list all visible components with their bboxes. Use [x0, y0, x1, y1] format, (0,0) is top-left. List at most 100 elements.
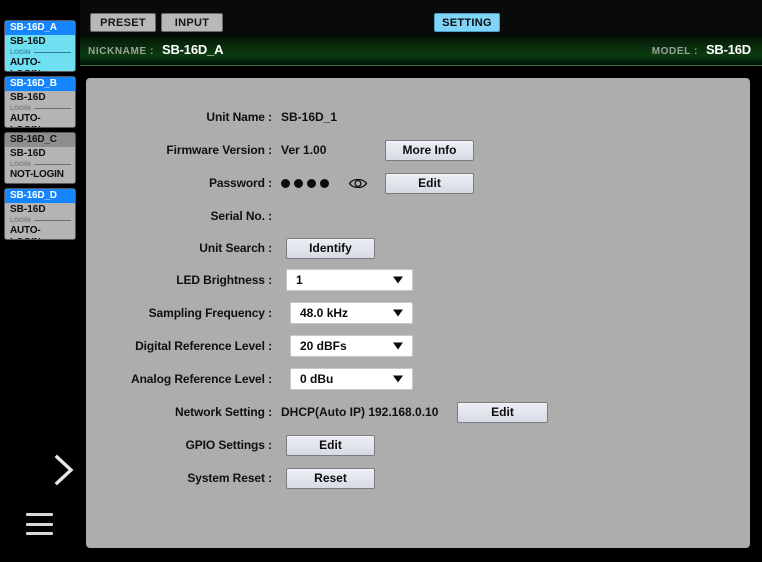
chevron-right-icon[interactable] — [50, 452, 78, 488]
digital-reference-level-label: Digital Reference Level : — [135, 339, 272, 353]
unit-card-b-login-label: LOGIN — [10, 105, 31, 112]
model-label: MODEL : — [651, 46, 698, 57]
setting-panel: Unit Name : SB-16D_1 Firmware Version : … — [86, 78, 750, 548]
unit-card-a-login-row: LOGIN — [10, 48, 71, 57]
row-analog-reference-level: Analog Reference Level : 0 dBu — [86, 368, 750, 390]
unit-card-c[interactable]: SB-16D_C SB-16D LOGIN NOT-LOGIN — [4, 132, 76, 184]
firmware-version-value: Ver 1.00 — [281, 143, 327, 157]
hamburger-menu-icon[interactable] — [26, 513, 53, 535]
password-label: Password : — [208, 176, 272, 190]
unit-card-d-divider — [33, 220, 71, 221]
model-block: MODEL : SB-16D — [652, 42, 751, 57]
led-brightness-select[interactable]: 1 — [286, 269, 413, 291]
unit-card-b-body: SB-16D LOGIN AUTO-LOGIN — [5, 91, 75, 127]
tab-bar: PRESET INPUT SETTING — [80, 0, 762, 36]
system-reset-label: System Reset : — [187, 471, 272, 485]
unit-card-c-name: SB-16D_C — [5, 133, 75, 147]
hamburger-bar-1 — [26, 513, 53, 516]
network-setting-label: Network Setting : — [175, 405, 272, 419]
unit-card-a-status: AUTO-LOGIN — [10, 57, 41, 71]
firmware-version-label: Firmware Version : — [166, 143, 272, 157]
unit-card-c-login-label: LOGIN — [10, 161, 31, 168]
hamburger-bar-3 — [26, 532, 53, 535]
row-led-brightness: LED Brightness : 1 — [86, 269, 750, 291]
unit-card-d-login-label: LOGIN — [10, 217, 31, 224]
unit-card-a[interactable]: SB-16D_A SB-16D LOGIN AUTO-LOGIN — [4, 20, 76, 72]
row-password: Password : Edit — [86, 172, 750, 194]
password-masked-value — [281, 178, 329, 188]
row-unit-name: Unit Name : SB-16D_1 — [86, 106, 750, 128]
unit-search-label: Unit Search : — [199, 241, 272, 255]
unit-card-c-status: NOT-LOGIN — [10, 169, 64, 180]
sampling-frequency-select[interactable]: 48.0 kHz — [290, 302, 413, 324]
chevron-down-icon — [393, 342, 403, 350]
unit-card-a-body: SB-16D LOGIN AUTO-LOGIN — [5, 35, 75, 71]
eye-icon[interactable] — [348, 177, 368, 190]
serial-no-label: Serial No. : — [210, 209, 273, 223]
system-reset-button[interactable]: Reset — [286, 467, 375, 489]
network-setting-value: DHCP(Auto IP) 192.168.0.10 — [281, 405, 439, 419]
sampling-frequency-value: 48.0 kHz — [300, 306, 349, 320]
unit-card-b-name: SB-16D_B — [5, 77, 75, 91]
digital-reference-level-select[interactable]: 20 dBFs — [290, 335, 413, 357]
nickname-value: SB-16D_A — [162, 42, 224, 57]
chevron-down-icon — [393, 375, 403, 383]
unit-card-c-model: SB-16D — [10, 148, 46, 159]
sampling-frequency-label: Sampling Frequency : — [148, 306, 272, 320]
hamburger-bar-2 — [26, 522, 53, 526]
unit-card-c-divider — [33, 164, 71, 165]
identify-button[interactable]: Identify — [286, 237, 375, 259]
gpio-edit-button[interactable]: Edit — [286, 434, 375, 456]
password-dot — [281, 178, 290, 188]
analog-reference-level-value: 0 dBu — [300, 372, 334, 386]
model-value: SB-16D — [705, 42, 751, 57]
unit-card-d-login-row: LOGIN — [10, 216, 71, 225]
unit-card-a-login-label: LOGIN — [10, 49, 31, 56]
tab-preset[interactable]: PRESET — [90, 13, 156, 32]
row-system-reset: System Reset : Reset — [86, 467, 750, 489]
unit-card-b-divider — [33, 108, 71, 109]
unit-name-value: SB-16D_1 — [281, 110, 338, 124]
led-brightness-value: 1 — [296, 273, 303, 287]
gpio-settings-label: GPIO Settings : — [185, 438, 272, 452]
unit-card-d-status: AUTO-LOGIN — [10, 225, 41, 239]
tab-input[interactable]: INPUT — [161, 13, 223, 32]
top-bar: NICKNAME : SB-16D_A MODEL : SB-16D PRESE… — [80, 0, 762, 66]
unit-card-b-login-row: LOGIN — [10, 104, 71, 113]
row-serial-no: Serial No. : — [86, 205, 750, 227]
row-digital-reference-level: Digital Reference Level : 20 dBFs — [86, 335, 750, 357]
more-info-button[interactable]: More Info — [385, 139, 474, 161]
unit-card-a-model: SB-16D — [10, 36, 46, 47]
password-dot — [320, 178, 329, 188]
unit-card-d-body: SB-16D LOGIN AUTO-LOGIN — [5, 203, 75, 239]
unit-card-a-name: SB-16D_A — [5, 21, 75, 35]
unit-card-c-login-row: LOGIN — [10, 160, 71, 169]
tab-setting[interactable]: SETTING — [434, 13, 500, 32]
analog-reference-level-select[interactable]: 0 dBu — [290, 368, 413, 390]
unit-card-a-divider — [33, 52, 71, 53]
unit-card-b-model: SB-16D — [10, 92, 46, 103]
unit-card-d-name: SB-16D_D — [5, 189, 75, 203]
chevron-down-icon — [393, 309, 403, 317]
digital-reference-level-value: 20 dBFs — [300, 339, 347, 353]
unit-name-label: Unit Name : — [206, 110, 272, 124]
row-unit-search: Unit Search : Identify — [86, 237, 750, 259]
unit-card-b[interactable]: SB-16D_B SB-16D LOGIN AUTO-LOGIN — [4, 76, 76, 128]
row-firmware-version: Firmware Version : Ver 1.00 More Info — [86, 139, 750, 161]
unit-list-sidebar: SB-16D_A SB-16D LOGIN AUTO-LOGIN SB-16D_… — [0, 0, 80, 562]
unit-card-c-body: SB-16D LOGIN NOT-LOGIN — [5, 147, 75, 181]
app-root: SB-16D_A SB-16D LOGIN AUTO-LOGIN SB-16D_… — [0, 0, 762, 562]
led-brightness-label: LED Brightness : — [176, 273, 272, 287]
chevron-down-icon — [393, 276, 403, 284]
row-gpio-settings: GPIO Settings : Edit — [86, 434, 750, 456]
nickname-block: NICKNAME : SB-16D_A — [88, 42, 223, 57]
unit-card-b-status: AUTO-LOGIN — [10, 113, 41, 127]
unit-card-d-model: SB-16D — [10, 204, 46, 215]
row-sampling-frequency: Sampling Frequency : 48.0 kHz — [86, 302, 750, 324]
password-dot — [294, 178, 303, 188]
network-edit-button[interactable]: Edit — [457, 401, 548, 423]
row-network-setting: Network Setting : DHCP(Auto IP) 192.168.… — [86, 401, 750, 423]
unit-card-d[interactable]: SB-16D_D SB-16D LOGIN AUTO-LOGIN — [4, 188, 76, 240]
analog-reference-level-label: Analog Reference Level : — [131, 372, 272, 386]
password-edit-button[interactable]: Edit — [385, 172, 474, 194]
